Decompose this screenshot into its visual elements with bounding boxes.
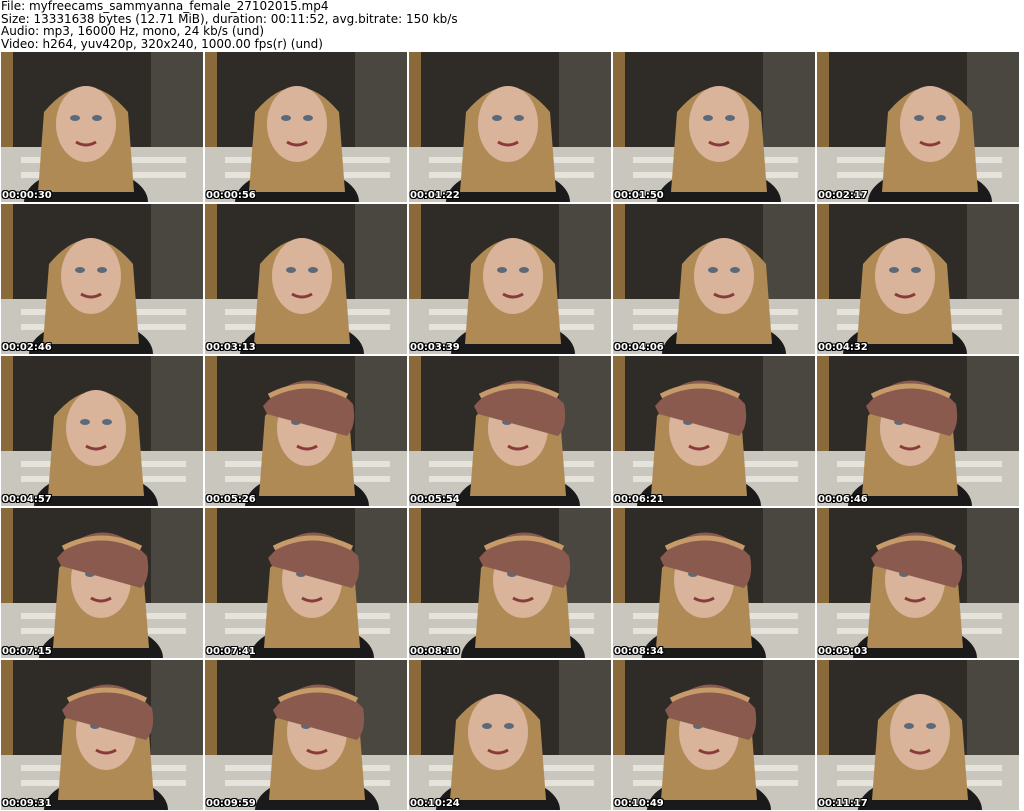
thumbnail-timestamp: 00:05:54 xyxy=(410,494,460,505)
video-thumbnail: 00:01:50 xyxy=(613,52,815,202)
thumbnail-frame-image xyxy=(205,204,407,354)
thumbnail-frame-image xyxy=(409,356,611,506)
thumbnail-timestamp: 00:08:10 xyxy=(410,646,460,657)
video-thumbnail: 00:07:41 xyxy=(205,508,407,658)
thumbnail-timestamp: 00:03:39 xyxy=(410,342,460,353)
video-thumbnail: 00:03:13 xyxy=(205,204,407,354)
video-thumbnail: 00:05:26 xyxy=(205,356,407,506)
file-name-line: File: myfreecams_sammyanna_female_271020… xyxy=(1,0,329,13)
thumbnail-frame-image xyxy=(409,508,611,658)
video-thumbnail: 00:00:56 xyxy=(205,52,407,202)
thumbnail-timestamp: 00:05:26 xyxy=(206,494,256,505)
video-thumbnail: 00:10:24 xyxy=(409,660,611,810)
thumbnail-grid: 00:00:30 00:00:56 00:01:22 00:01:50 00:02:17… xyxy=(0,51,1024,811)
thumbnail-timestamp: 00:10:24 xyxy=(410,798,460,809)
file-info-header: File: myfreecams_sammyanna_female_271020… xyxy=(1,0,1021,50)
thumbnail-timestamp: 00:03:13 xyxy=(206,342,256,353)
thumbnail-frame-image xyxy=(613,356,815,506)
thumbnail-timestamp: 00:11:17 xyxy=(818,798,868,809)
thumbnail-frame-image xyxy=(817,204,1019,354)
thumbnail-timestamp: 00:06:46 xyxy=(818,494,868,505)
thumbnail-timestamp: 00:09:31 xyxy=(2,798,52,809)
thumbnail-timestamp: 00:02:17 xyxy=(818,190,868,201)
thumbnail-timestamp: 00:04:57 xyxy=(2,494,52,505)
contact-sheet: File: myfreecams_sammyanna_female_271020… xyxy=(0,0,1024,811)
thumbnail-frame-image xyxy=(613,204,815,354)
thumbnail-frame-image xyxy=(1,508,203,658)
thumbnail-timestamp: 00:00:30 xyxy=(2,190,52,201)
thumbnail-timestamp: 00:04:32 xyxy=(818,342,868,353)
thumbnail-timestamp: 00:08:34 xyxy=(614,646,664,657)
thumbnail-frame-image xyxy=(817,52,1019,202)
thumbnail-frame-image xyxy=(817,508,1019,658)
thumbnail-timestamp: 00:00:56 xyxy=(206,190,256,201)
audio-info-line: Audio: mp3, 16000 Hz, mono, 24 kb/s (und… xyxy=(1,24,265,38)
video-thumbnail: 00:04:06 xyxy=(613,204,815,354)
thumbnail-frame-image xyxy=(409,660,611,810)
thumbnail-frame-image xyxy=(205,660,407,810)
thumbnail-frame-image xyxy=(613,508,815,658)
video-thumbnail: 00:11:17 xyxy=(817,660,1019,810)
thumbnail-timestamp: 00:07:41 xyxy=(206,646,256,657)
thumbnail-frame-image xyxy=(1,204,203,354)
thumbnail-frame-image xyxy=(613,660,815,810)
video-thumbnail: 00:05:54 xyxy=(409,356,611,506)
video-thumbnail: 00:06:46 xyxy=(817,356,1019,506)
video-thumbnail: 00:10:49 xyxy=(613,660,815,810)
video-thumbnail: 00:09:31 xyxy=(1,660,203,810)
video-thumbnail: 00:06:21 xyxy=(613,356,815,506)
thumbnail-frame-image xyxy=(205,508,407,658)
thumbnail-timestamp: 00:01:50 xyxy=(614,190,664,201)
video-thumbnail: 00:01:22 xyxy=(409,52,611,202)
video-thumbnail: 00:09:03 xyxy=(817,508,1019,658)
thumbnail-frame-image xyxy=(1,356,203,506)
thumbnail-timestamp: 00:02:46 xyxy=(2,342,52,353)
video-info-line: Video: h264, yuv420p, 320x240, 1000.00 f… xyxy=(1,36,323,51)
thumbnail-frame-image xyxy=(409,204,611,354)
thumbnail-timestamp: 00:07:15 xyxy=(2,646,52,657)
video-thumbnail: 00:09:59 xyxy=(205,660,407,810)
thumbnail-timestamp: 00:06:21 xyxy=(614,494,664,505)
video-thumbnail: 00:07:15 xyxy=(1,508,203,658)
thumbnail-frame-image xyxy=(613,52,815,202)
thumbnail-timestamp: 00:09:59 xyxy=(206,798,256,809)
video-thumbnail: 00:03:39 xyxy=(409,204,611,354)
thumbnail-frame-image xyxy=(205,52,407,202)
thumbnail-frame-image xyxy=(1,52,203,202)
video-thumbnail: 00:04:57 xyxy=(1,356,203,506)
video-thumbnail: 00:08:10 xyxy=(409,508,611,658)
video-thumbnail: 00:00:30 xyxy=(1,52,203,202)
thumbnail-timestamp: 00:01:22 xyxy=(410,190,460,201)
thumbnail-timestamp: 00:10:49 xyxy=(614,798,664,809)
video-thumbnail: 00:08:34 xyxy=(613,508,815,658)
thumbnail-frame-image xyxy=(817,356,1019,506)
thumbnail-timestamp: 00:04:06 xyxy=(614,342,664,353)
thumbnail-frame-image xyxy=(817,660,1019,810)
thumbnail-frame-image xyxy=(1,660,203,810)
thumbnail-frame-image xyxy=(409,52,611,202)
video-thumbnail: 00:02:17 xyxy=(817,52,1019,202)
thumbnail-frame-image xyxy=(205,356,407,506)
thumbnail-timestamp: 00:09:03 xyxy=(818,646,868,657)
video-thumbnail: 00:02:46 xyxy=(1,204,203,354)
video-thumbnail: 00:04:32 xyxy=(817,204,1019,354)
